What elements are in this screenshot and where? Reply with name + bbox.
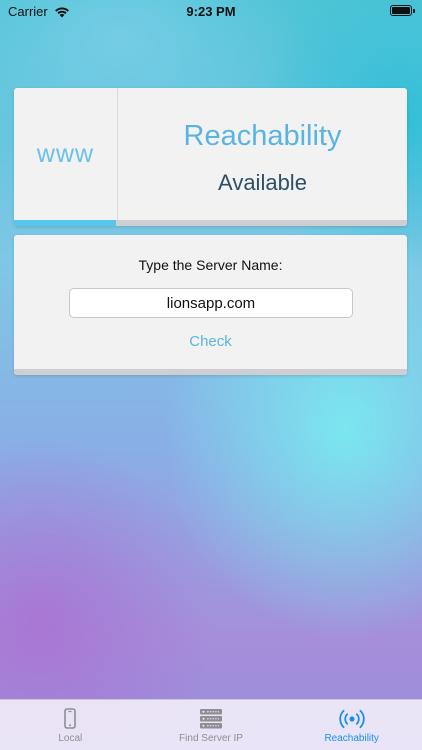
status-time: 9:23 PM [186, 4, 236, 19]
reachability-card: www Reachability Available [14, 88, 407, 226]
check-button[interactable]: Check [166, 333, 256, 350]
progress-bar [14, 220, 407, 226]
broadcast-icon [339, 709, 365, 729]
progress-fill [14, 220, 117, 226]
battery-icon [390, 5, 415, 16]
www-label: www [36, 139, 95, 168]
server-form-card: Type the Server Name: Check [14, 235, 407, 375]
reachability-status: Available [218, 170, 307, 195]
status-bar: Carrier 9:23 PM [0, 0, 422, 24]
tab-reachability-label: Reachability [324, 733, 379, 744]
server-name-input[interactable] [69, 288, 353, 318]
battery-level [392, 7, 410, 14]
server-rack-icon [200, 709, 222, 729]
phone-icon [64, 708, 77, 729]
tab-local[interactable]: Local [0, 700, 141, 750]
tab-local-label: Local [58, 733, 83, 744]
www-panel: www [14, 88, 118, 220]
card-bottom-edge [14, 369, 407, 375]
tab-reachability[interactable]: Reachability [281, 700, 422, 750]
screen: Carrier 9:23 PM www Reachability Availab… [0, 0, 422, 750]
reachability-title: Reachability [183, 120, 342, 152]
tab-find-server-ip[interactable]: Find Server IP [141, 700, 282, 750]
server-name-label: Type the Server Name: [138, 257, 283, 273]
tab-bar: Local Find Server IP Reachability [0, 699, 422, 750]
tab-find-server-ip-label: Find Server IP [179, 733, 243, 744]
